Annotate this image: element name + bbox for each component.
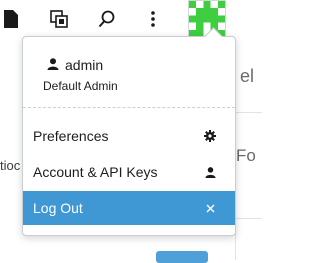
background-text-fragment: tioc — [0, 158, 21, 173]
user-icon — [47, 57, 59, 73]
menu-item-log-out[interactable]: Log Out — [23, 191, 235, 225]
user-info: admin Default Admin — [23, 37, 235, 107]
background-button[interactable] — [156, 251, 208, 263]
user-role: Default Admin — [43, 79, 118, 93]
user-icon — [203, 165, 217, 179]
menu-item-preferences[interactable]: Preferences — [23, 119, 235, 153]
user-dropdown-menu: admin Default Admin Preferences Account … — [22, 27, 236, 236]
close-icon — [203, 201, 217, 215]
file-icon[interactable] — [0, 8, 22, 30]
search-icon[interactable] — [96, 8, 118, 30]
top-toolbar — [0, 0, 261, 38]
username: admin — [47, 57, 103, 73]
menu-divider — [23, 107, 235, 108]
background-heading-fragment: el — [240, 66, 255, 86]
gear-icon — [203, 129, 217, 143]
menu-item-label: Account & API Keys — [33, 164, 158, 180]
menu-item-account-api-keys[interactable]: Account & API Keys — [23, 155, 235, 189]
duplicate-icon[interactable] — [48, 8, 70, 30]
menu-item-label: Preferences — [33, 128, 109, 144]
more-vertical-icon[interactable] — [142, 8, 164, 30]
menu-item-label: Log Out — [33, 200, 83, 216]
username-label: admin — [65, 57, 104, 73]
background-label-fragment: Fo — [236, 146, 256, 165]
